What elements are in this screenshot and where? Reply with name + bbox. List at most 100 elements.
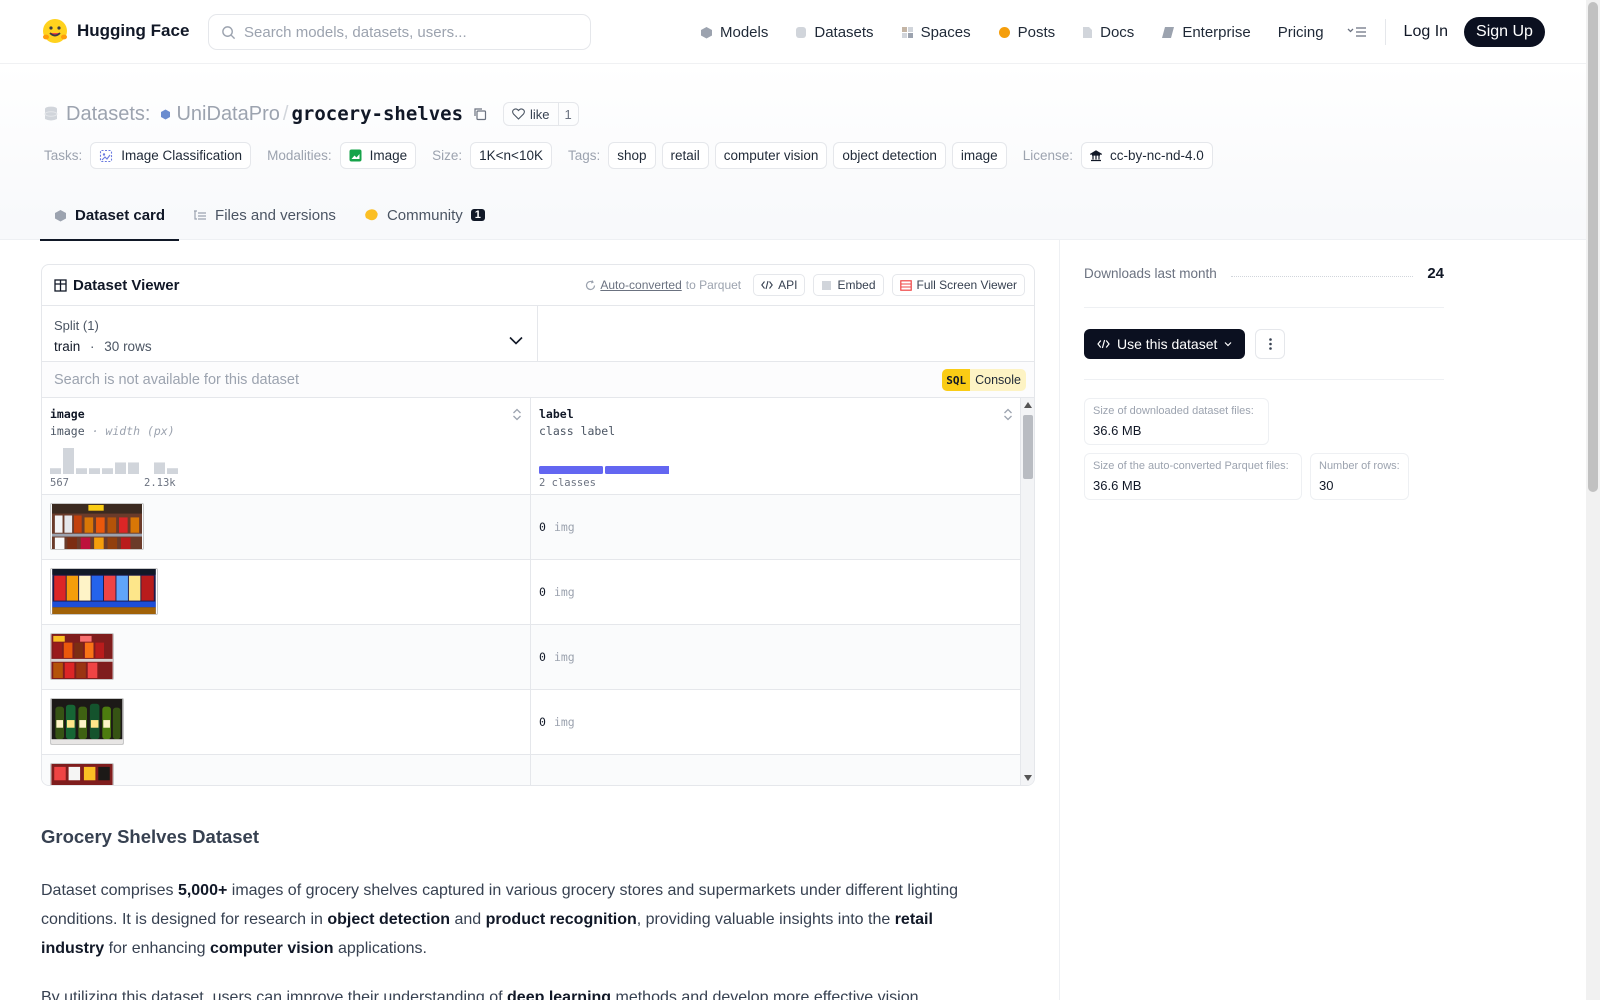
signup-button[interactable]: Sign Up bbox=[1464, 17, 1545, 47]
label-value: 0 bbox=[539, 650, 546, 664]
stat-spacer bbox=[1277, 398, 1437, 445]
auto-converted-link[interactable]: Auto-converted bbox=[600, 278, 681, 292]
column-name: image bbox=[50, 407, 85, 421]
dataset-size-stats: Size of downloaded dataset files: 36.6 M… bbox=[1084, 398, 1444, 500]
table-body: 0 img 0 img 0 img 0 img bbox=[42, 495, 1034, 786]
split-label: Split (1) bbox=[54, 318, 99, 333]
sql-console-label: Console bbox=[975, 373, 1021, 387]
stat-key: Size of downloaded dataset files: bbox=[1093, 405, 1254, 417]
image-cell bbox=[42, 495, 531, 559]
nav-docs[interactable]: Docs bbox=[1082, 24, 1134, 41]
nav-pricing[interactable]: Pricing bbox=[1278, 24, 1324, 41]
image-cell bbox=[42, 625, 531, 689]
label-cell: 0 img bbox=[531, 495, 1021, 559]
split-selector[interactable]: Split (1) train · 30 rows bbox=[42, 306, 538, 361]
width-histogram[interactable] bbox=[50, 446, 190, 474]
scroll-up-arrow-icon[interactable] bbox=[1024, 402, 1032, 408]
page-scroll-thumb[interactable] bbox=[1588, 2, 1598, 492]
scroll-down-arrow-icon[interactable] bbox=[1024, 775, 1032, 781]
global-search[interactable] bbox=[208, 14, 591, 50]
license-tag[interactable]: cc-by-nc-nd-4.0 bbox=[1081, 142, 1213, 169]
image-modality-icon bbox=[349, 149, 362, 162]
histogram-bar[interactable] bbox=[167, 468, 178, 474]
tab-files-label: Files and versions bbox=[215, 206, 336, 224]
table-row[interactable]: 0 img bbox=[42, 625, 1034, 690]
page-scrollbar[interactable] bbox=[1586, 0, 1600, 1000]
grocery-shelf-thumbnail[interactable] bbox=[50, 568, 158, 615]
class-bar-segment[interactable] bbox=[605, 466, 669, 474]
split-name: train bbox=[54, 339, 81, 354]
column-header-label[interactable]: label class label 2 classes bbox=[531, 398, 1021, 494]
tag-retail[interactable]: retail bbox=[661, 142, 709, 169]
more-options-button[interactable] bbox=[1255, 328, 1286, 359]
grocery-shelf-thumbnail[interactable] bbox=[50, 763, 114, 786]
like-count[interactable]: 1 bbox=[557, 103, 578, 125]
database-icon bbox=[44, 106, 58, 121]
table-row[interactable]: 0 img bbox=[42, 560, 1034, 625]
nav-models[interactable]: Models bbox=[700, 24, 768, 41]
modality-tag-image[interactable]: Image bbox=[339, 142, 417, 169]
api-button[interactable]: API bbox=[753, 274, 806, 296]
table-row[interactable]: 0 img bbox=[42, 495, 1034, 560]
grocery-shelf-thumbnail[interactable] bbox=[50, 633, 114, 680]
histogram-bar[interactable] bbox=[102, 468, 113, 474]
tag-image[interactable]: image bbox=[951, 142, 1007, 169]
image-cell bbox=[42, 560, 531, 624]
histogram-bar[interactable] bbox=[89, 468, 100, 474]
sort-icon[interactable] bbox=[512, 408, 522, 421]
tasks-key: Tasks: bbox=[44, 148, 83, 163]
histogram-bar[interactable] bbox=[154, 462, 165, 474]
tab-dataset-card[interactable]: Dataset card bbox=[40, 191, 180, 241]
nav-datasets[interactable]: Datasets bbox=[795, 24, 874, 41]
login-link[interactable]: Log In bbox=[1404, 23, 1448, 41]
nav-more-menu[interactable] bbox=[1347, 25, 1367, 39]
embed-button[interactable]: Embed bbox=[813, 274, 884, 296]
sql-console-button[interactable]: SQL Console bbox=[942, 369, 1026, 391]
org-link[interactable]: UniDataPro bbox=[160, 103, 280, 126]
tab-files-and-versions[interactable]: Files and versions bbox=[179, 191, 350, 241]
table-scroll-thumb[interactable] bbox=[1023, 415, 1033, 479]
table-row[interactable]: 0 img bbox=[42, 690, 1034, 755]
nav-spaces[interactable]: Spaces bbox=[901, 24, 971, 41]
label-cell: 0 img bbox=[531, 625, 1021, 689]
community-icon bbox=[365, 209, 378, 221]
column-type: image · width (px) bbox=[50, 424, 522, 438]
class-distribution-bar[interactable] bbox=[539, 466, 669, 474]
tab-community[interactable]: Community 1 bbox=[350, 191, 499, 241]
tag-shop[interactable]: shop bbox=[608, 142, 656, 169]
tag-computer-vision[interactable]: computer vision bbox=[714, 142, 828, 169]
viewer-header: Dataset Viewer Auto-converted to Parquet… bbox=[42, 265, 1034, 306]
size-tag[interactable]: 1K<n<10K bbox=[470, 142, 552, 169]
vertical-dots-icon bbox=[1269, 337, 1272, 350]
readme-paragraph-1: Dataset comprises 5,000+ images of groce… bbox=[41, 876, 971, 963]
sort-icon[interactable] bbox=[1003, 408, 1013, 421]
tag-object-detection[interactable]: object detection bbox=[833, 142, 946, 169]
histogram-bar[interactable] bbox=[128, 462, 139, 474]
use-this-dataset-button[interactable]: Use this dataset bbox=[1084, 328, 1246, 359]
histogram-bar[interactable] bbox=[76, 468, 87, 474]
nav-enterprise[interactable]: Enterprise bbox=[1161, 24, 1251, 41]
class-bar-segment[interactable] bbox=[539, 466, 603, 474]
like-toggle[interactable]: like bbox=[504, 107, 558, 122]
full-screen-viewer-button[interactable]: Full Screen Viewer bbox=[891, 274, 1025, 296]
nav-posts[interactable]: Posts bbox=[998, 24, 1055, 41]
grocery-shelf-thumbnail[interactable] bbox=[50, 698, 124, 745]
nav-divider bbox=[1384, 19, 1386, 45]
global-search-input[interactable] bbox=[244, 23, 564, 41]
repo-name[interactable]: grocery-shelves bbox=[291, 103, 463, 125]
brand-link[interactable]: Hugging Face bbox=[41, 17, 189, 45]
table-row-partial[interactable] bbox=[42, 755, 1034, 786]
histogram-bar[interactable] bbox=[63, 448, 74, 474]
task-tag-image-classification[interactable]: Image Classification bbox=[90, 142, 252, 169]
table-scrollbar[interactable] bbox=[1020, 398, 1034, 785]
column-header-image[interactable]: image image · width (px) 567 2.13k bbox=[42, 398, 531, 494]
datasets-section-link[interactable]: Datasets: bbox=[66, 103, 150, 126]
grocery-shelf-thumbnail[interactable] bbox=[50, 503, 144, 550]
like-button[interactable]: like 1 bbox=[503, 102, 579, 126]
refresh-icon bbox=[586, 279, 596, 290]
histogram-bar[interactable] bbox=[50, 468, 61, 474]
histogram-bar[interactable] bbox=[115, 462, 126, 474]
copy-icon[interactable] bbox=[473, 107, 487, 121]
tab-dataset-card-label: Dataset card bbox=[75, 206, 166, 224]
class-count: 2 classes bbox=[539, 477, 596, 489]
